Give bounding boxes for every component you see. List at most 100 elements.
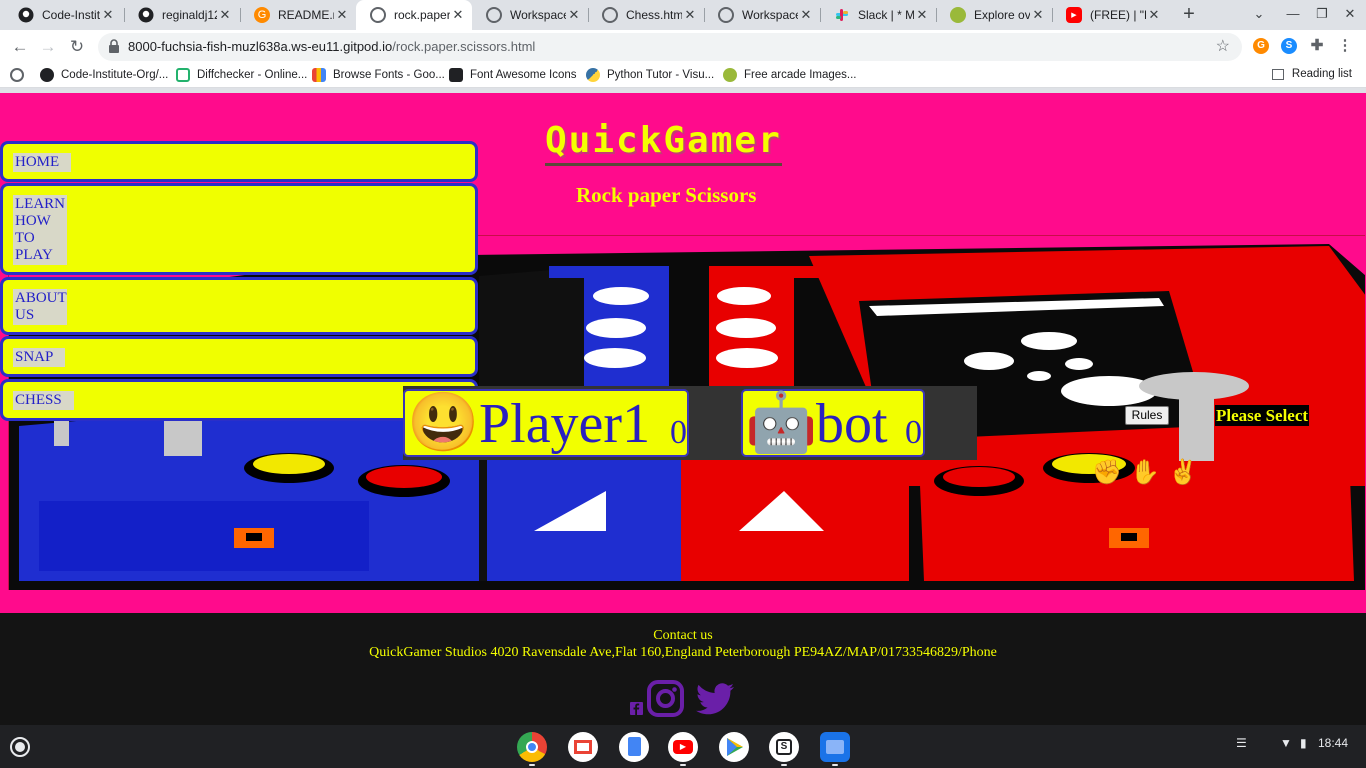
rules-button[interactable]: Rules: [1125, 406, 1169, 425]
close-icon[interactable]: ✕: [566, 7, 582, 23]
bookmark-label: Browse Fonts - Goo...: [333, 69, 445, 81]
nav-item-snap[interactable]: SNAP: [0, 336, 478, 377]
google-fonts-icon: [312, 68, 326, 82]
clock-time[interactable]: 18:44: [1318, 736, 1348, 750]
tab-title: Workspace: [742, 8, 798, 22]
tab-title: README.m: [278, 8, 334, 22]
minimize-icon[interactable]: —: [1283, 6, 1303, 21]
globe-icon: [602, 7, 618, 23]
player-score-card: 😃 Player1 0: [403, 389, 689, 457]
bookmark-item[interactable]: Browse Fonts - Goo...: [312, 68, 445, 82]
bookmark-star-icon[interactable]: ☆: [1216, 36, 1230, 56]
site-logo[interactable]: QuickGamer: [545, 121, 782, 166]
url-host: 8000-fuchsia-fish-muzl638a.ws-eu11.gitpo…: [128, 39, 393, 54]
nav-item-learn-how-to-play[interactable]: LEARN HOW TO PLAY: [0, 183, 478, 275]
url-text: 8000-fuchsia-fish-muzl638a.ws-eu11.gitpo…: [128, 39, 535, 54]
player-score: 0: [670, 414, 687, 451]
browser-tab[interactable]: Explore ove ✕: [936, 2, 1052, 28]
python-icon: [586, 68, 600, 82]
page-body: QuickGamer Rock paper Scissors HOME LEAR…: [0, 93, 1366, 725]
browser-tab[interactable]: G README.m ✕: [240, 2, 356, 28]
bookmark-label: Font Awesome Icons: [470, 69, 577, 81]
files-icon[interactable]: [820, 732, 850, 762]
reload-icon[interactable]: ↻: [66, 36, 88, 58]
restore-icon[interactable]: ❐: [1312, 6, 1332, 22]
nav-item-label: CHESS: [13, 391, 74, 410]
tab-title: reginaldj12: [162, 8, 217, 22]
youtube-icon: ▶: [1066, 7, 1082, 23]
slides-icon[interactable]: S: [769, 732, 799, 762]
close-icon[interactable]: ✕: [334, 7, 350, 23]
twitter-icon[interactable]: [696, 683, 734, 715]
new-tab-button[interactable]: +: [1178, 4, 1200, 26]
bot-name: bot: [816, 393, 888, 455]
rock-choice-icon[interactable]: ✊: [1092, 459, 1122, 487]
close-icon[interactable]: ✕: [914, 7, 930, 23]
browser-toolbar: ← → ↻ 8000-fuchsia-fish-muzl638a.ws-eu11…: [0, 30, 1366, 63]
reading-list-icon: [1271, 68, 1284, 80]
bookmark-item[interactable]: Code-Institute-Org/...: [40, 68, 168, 82]
close-icon[interactable]: ✕: [1030, 7, 1046, 23]
gitpod-extension-icon[interactable]: G: [1253, 38, 1269, 54]
docs-icon[interactable]: [619, 732, 649, 762]
bookmark-item[interactable]: Free arcade Images...: [723, 68, 857, 82]
gmail-icon[interactable]: [568, 732, 598, 762]
address-bar[interactable]: 8000-fuchsia-fish-muzl638a.ws-eu11.gitpo…: [98, 33, 1242, 61]
clipboard-tray-icon[interactable]: ☰: [1236, 736, 1247, 750]
menu-kebab-icon[interactable]: ⋮: [1337, 38, 1353, 54]
tab-title: (FREE) | "Fle: [1090, 8, 1146, 22]
tab-title: Explore ove: [974, 8, 1030, 22]
close-icon[interactable]: ✕: [450, 7, 466, 23]
player-name: Player1: [479, 393, 651, 455]
chrome-icon[interactable]: [517, 732, 547, 762]
flag-icon: [449, 68, 463, 82]
apps-icon[interactable]: [10, 68, 24, 82]
browser-tab[interactable]: ▶ (FREE) | "Fle ✕: [1052, 2, 1168, 28]
browser-tab[interactable]: Workspace ✕: [472, 2, 588, 28]
tab-title: Code-Institu: [42, 8, 100, 22]
bookmark-label: Code-Institute-Org/...: [61, 69, 169, 81]
browser-tab[interactable]: Chess.html ✕: [588, 2, 704, 28]
extensions-puzzle-icon[interactable]: ✚: [1309, 38, 1325, 54]
scissors-choice-icon[interactable]: ✌: [1168, 459, 1198, 487]
instagram-icon[interactable]: [647, 680, 684, 717]
skype-extension-icon[interactable]: S: [1281, 38, 1297, 54]
os-shelf: ▶ S ☰ ▼ ▮ 18:44: [0, 725, 1366, 768]
opengameart-icon: [950, 7, 966, 23]
close-icon[interactable]: ✕: [798, 7, 814, 23]
nav-item-about-us[interactable]: ABOUT US: [0, 277, 478, 335]
page-title: Rock paper Scissors: [576, 183, 757, 207]
bookmark-item[interactable]: Diffchecker - Online...: [176, 68, 307, 82]
bookmark-label: Free arcade Images...: [744, 69, 857, 81]
close-icon[interactable]: ✕: [100, 7, 116, 23]
close-icon[interactable]: ✕: [1146, 7, 1162, 23]
paper-choice-icon[interactable]: ✋: [1130, 459, 1160, 487]
close-icon[interactable]: ✕: [682, 7, 698, 23]
reading-list-button[interactable]: Reading list: [1271, 68, 1352, 80]
bookmark-item[interactable]: Python Tutor - Visu...: [586, 68, 714, 82]
tab-title: Slack | * Ma: [858, 8, 914, 22]
nav-item-home[interactable]: HOME: [0, 141, 478, 182]
browser-tab[interactable]: Workspace ✕: [704, 2, 820, 28]
bookmark-item[interactable]: Font Awesome Icons: [449, 68, 577, 82]
browser-tab[interactable]: Slack | * Ma ✕: [820, 2, 936, 28]
bookmark-label: Diffchecker - Online...: [197, 69, 308, 81]
bot-score-card: 🤖 bot 0: [741, 389, 925, 457]
browser-tab-active[interactable]: rock.paper.s ✕: [356, 0, 472, 30]
url-path: /rock.paper.scissors.html: [392, 39, 536, 54]
youtube-icon[interactable]: ▶: [668, 732, 698, 762]
play-store-icon[interactable]: [719, 732, 749, 762]
contact-address: QuickGamer Studios 4020 Ravensdale Ave,F…: [369, 645, 997, 660]
close-window-icon[interactable]: ✕: [1340, 6, 1360, 22]
launcher-icon[interactable]: [10, 737, 30, 757]
browser-tab[interactable]: Code-Institu ✕: [4, 2, 122, 28]
smiley-face-icon: 😃: [407, 390, 480, 455]
close-icon[interactable]: ✕: [217, 7, 233, 23]
github-icon: [40, 68, 54, 82]
browser-tab[interactable]: reginaldj12 ✕: [124, 2, 239, 28]
lock-icon: [109, 39, 119, 53]
tab-search-icon[interactable]: ⌄: [1249, 6, 1269, 22]
back-icon[interactable]: ←: [9, 36, 31, 58]
forward-icon[interactable]: →: [37, 36, 59, 58]
facebook-icon[interactable]: [630, 702, 643, 715]
